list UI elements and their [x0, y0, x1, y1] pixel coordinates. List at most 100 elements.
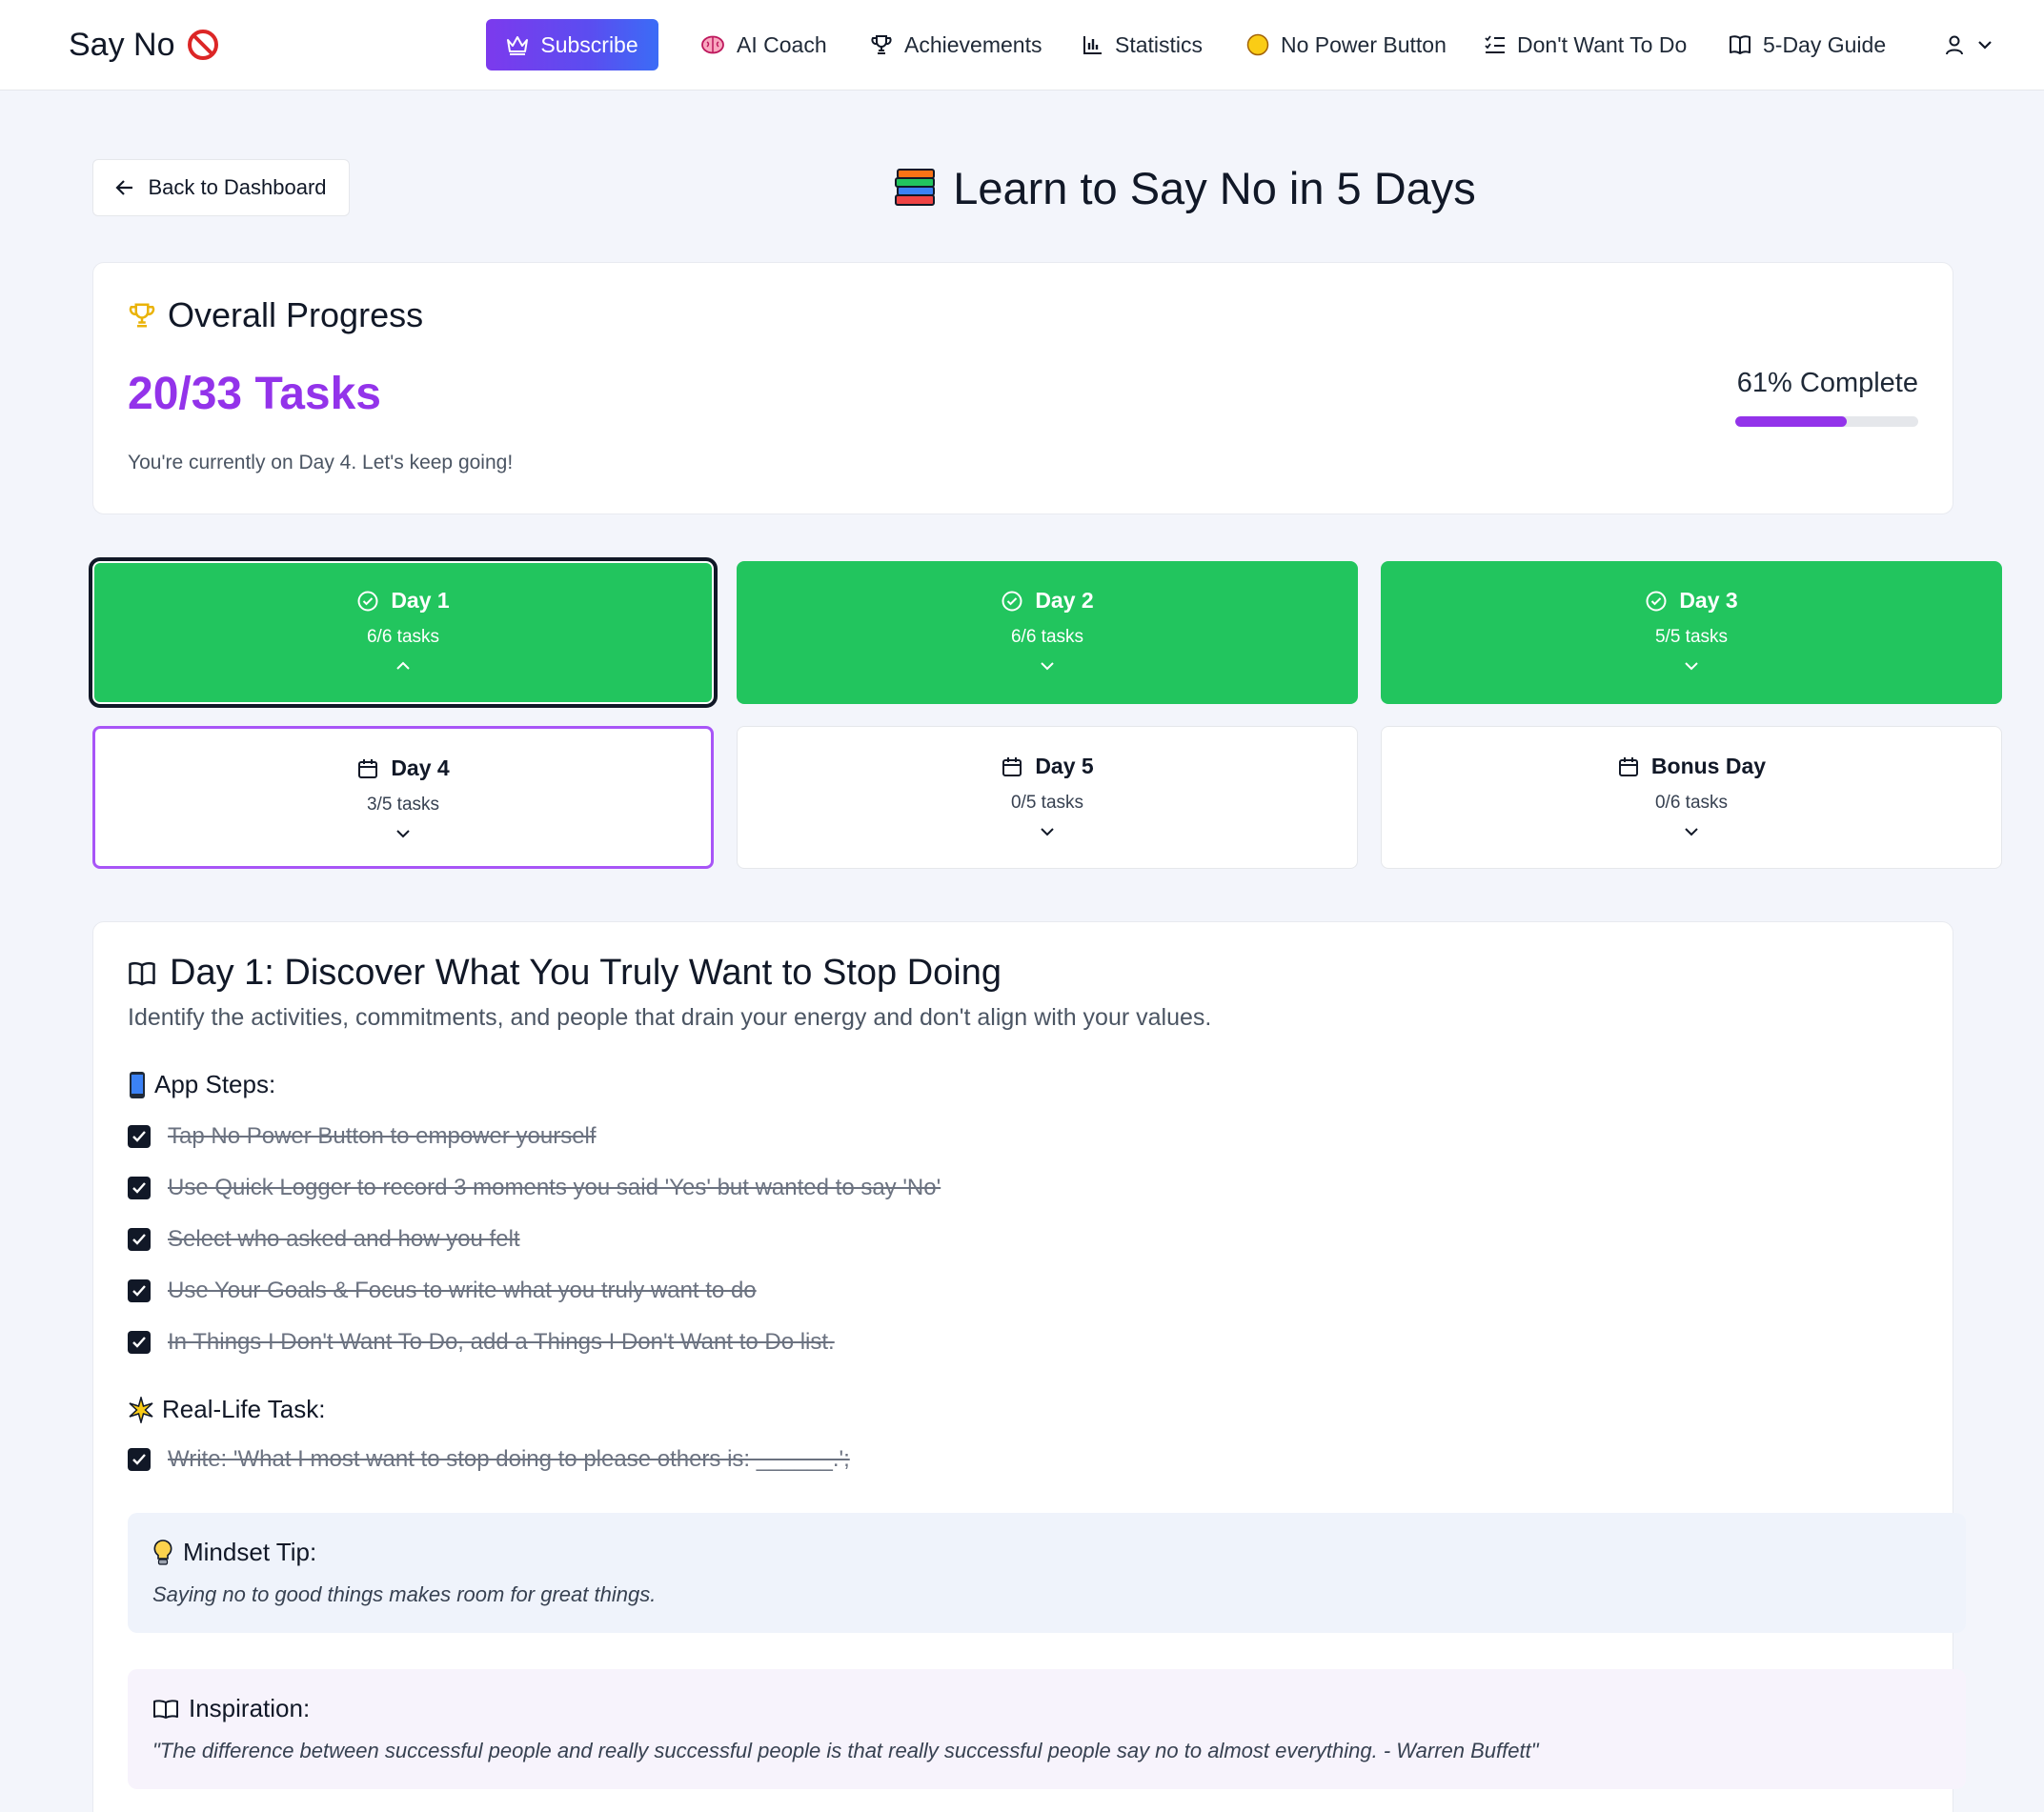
bar-chart-icon [1083, 36, 1102, 54]
day-tile-label: Bonus Day [1650, 754, 1767, 778]
app-steps-heading-text: App Steps: [154, 1070, 276, 1098]
checkmark-icon [132, 1454, 146, 1465]
day-tile-5[interactable]: Day 5 0/5 tasks [737, 726, 1358, 869]
brain-icon [701, 35, 724, 54]
nav-achievements[interactable]: Achievements [870, 19, 1042, 70]
checkbox-checked[interactable] [128, 1448, 151, 1471]
mobile-phone-icon [130, 1071, 145, 1098]
crown-icon [507, 36, 529, 55]
day-tile-label: Day 4 [391, 755, 450, 780]
day-tile-3[interactable]: Day 3 5/5 tasks [1381, 561, 2002, 704]
day-tile-tasks: 6/6 tasks [1010, 627, 1084, 647]
book-open-icon [1730, 35, 1751, 54]
day-tile-tasks: 0/6 tasks [1654, 793, 1729, 813]
day-tile-label: Day 5 [1035, 754, 1094, 778]
app-step-text: In Things I Don't Want To Do, add a Thin… [168, 1329, 835, 1355]
chevron-down-icon [1041, 662, 1054, 671]
nav-5-day-guide-label: 5-Day Guide [1763, 31, 1887, 57]
day-tile-label: Day 3 [1679, 588, 1738, 613]
inspiration-box: Inspiration: "The difference between suc… [128, 1669, 1966, 1789]
inspiration-heading: Inspiration: [152, 1694, 1941, 1723]
page-title-text: Learn to Say No in 5 Days [953, 162, 1476, 213]
app-step-text: Tap No Power Button to empower yourself [168, 1123, 597, 1149]
checkbox-checked[interactable] [128, 1177, 151, 1199]
calendar-icon [1618, 756, 1638, 776]
check-circle-icon [1002, 591, 1022, 611]
calendar-icon [1002, 756, 1022, 776]
day-tile-label: Day 2 [1035, 588, 1094, 613]
book-open-icon [129, 961, 155, 985]
day-tile-2[interactable]: Day 2 6/6 tasks [737, 561, 1358, 704]
day-tile-4[interactable]: Day 4 3/5 tasks [92, 726, 714, 869]
checkmark-icon [132, 1182, 146, 1194]
top-navbar: Say No Subscribe AI Coach Achievements S… [0, 0, 2044, 91]
back-to-dashboard-button[interactable]: Back to Dashboard [92, 159, 350, 216]
chevron-down-icon [1685, 828, 1698, 836]
lightbulb-icon [153, 1539, 172, 1565]
app-step-text: Use Your Goals & Focus to write what you… [168, 1278, 757, 1303]
mindset-tip-text: Saying no to good things makes room for … [152, 1582, 657, 1606]
user-menu-button[interactable] [1944, 19, 1993, 70]
real-life-task-heading: Real-Life Task: [128, 1395, 326, 1424]
app-step-text: Select who asked and how you felt [168, 1226, 520, 1252]
day-tile-1[interactable]: Day 1 6/6 tasks [89, 557, 718, 708]
percent-complete: 61% Complete [1736, 368, 1918, 398]
real-life-task-item[interactable]: Write: 'What I most want to stop doing t… [128, 1444, 850, 1475]
subscribe-label: Subscribe [540, 31, 638, 57]
chevron-up-icon [396, 661, 410, 670]
day-tile-tasks: 5/5 tasks [1654, 627, 1729, 647]
nav-ai-coach[interactable]: AI Coach [700, 19, 827, 70]
app-steps-heading: App Steps: [128, 1070, 275, 1099]
list-check-icon [1485, 35, 1505, 53]
app-step-item[interactable]: In Things I Don't Want To Do, add a Thin… [128, 1327, 835, 1358]
overall-progress-card: Overall Progress 20/33 Tasks You're curr… [92, 262, 1953, 514]
brand-name: Say No [69, 26, 175, 63]
app-step-item[interactable]: Use Your Goals & Focus to write what you… [128, 1276, 757, 1306]
nav-no-power-button[interactable]: No Power Button [1246, 19, 1447, 70]
arrow-left-icon [115, 180, 133, 195]
app-step-item[interactable]: Use Quick Logger to record 3 moments you… [128, 1173, 941, 1203]
nav-dont-want-to-do[interactable]: Don't Want To Do [1485, 19, 1687, 70]
completion-indicator: 61% Complete [1709, 368, 1918, 427]
check-circle-icon [1646, 591, 1667, 611]
day-detail-title: Day 1: Discover What You Truly Want to S… [128, 953, 1002, 994]
check-circle-icon [357, 591, 378, 611]
calendar-icon [358, 758, 378, 778]
day-tile-tasks: 6/6 tasks [366, 627, 440, 647]
prohibited-icon [187, 30, 218, 60]
app-step-item[interactable]: Tap No Power Button to empower yourself [128, 1121, 597, 1152]
real-life-task-heading-text: Real-Life Task: [162, 1395, 326, 1423]
nav-dont-want-to-do-label: Don't Want To Do [1517, 31, 1688, 57]
checkmark-icon [132, 1234, 146, 1245]
checkbox-checked[interactable] [128, 1228, 151, 1251]
checkbox-checked[interactable] [128, 1279, 151, 1302]
nav-5-day-guide[interactable]: 5-Day Guide [1729, 19, 1886, 70]
chevron-down-icon [1685, 662, 1698, 671]
day-tile-bonus[interactable]: Bonus Day 0/6 tasks [1381, 726, 2002, 869]
mindset-tip-heading: Mindset Tip: [152, 1538, 1941, 1567]
checkmark-icon [132, 1131, 146, 1142]
day-detail-title-text: Day 1: Discover What You Truly Want to S… [170, 953, 1002, 993]
chevron-down-icon [396, 830, 410, 838]
day-tile-label: Day 1 [391, 588, 450, 613]
task-count: 20/33 Tasks [128, 369, 381, 419]
overall-progress-title: Overall Progress [168, 295, 424, 334]
current-day-message: You're currently on Day 4. Let's keep go… [128, 452, 514, 473]
nav-statistics[interactable]: Statistics [1083, 19, 1203, 70]
nav-ai-coach-label: AI Coach [737, 31, 827, 57]
app-step-text: Use Quick Logger to record 3 moments you… [168, 1175, 941, 1200]
user-icon [1946, 35, 1963, 55]
checkbox-checked[interactable] [128, 1331, 151, 1354]
progress-bar-fill [1735, 416, 1848, 427]
day-detail-description: Identify the activities, commitments, an… [128, 1004, 1212, 1031]
brand-logo[interactable]: Say No [69, 23, 219, 67]
nav-statistics-label: Statistics [1115, 31, 1204, 57]
day-tile-tasks: 0/5 tasks [1010, 793, 1084, 813]
checkbox-checked[interactable] [128, 1125, 151, 1148]
trophy-icon [871, 35, 892, 54]
mindset-tip-box: Mindset Tip: Saying no to good things ma… [128, 1513, 1966, 1633]
app-step-item[interactable]: Select who asked and how you felt [128, 1224, 520, 1255]
subscribe-button[interactable]: Subscribe [486, 19, 658, 70]
day-tile-tasks: 3/5 tasks [366, 795, 440, 815]
sparkle-icon [129, 1396, 153, 1423]
